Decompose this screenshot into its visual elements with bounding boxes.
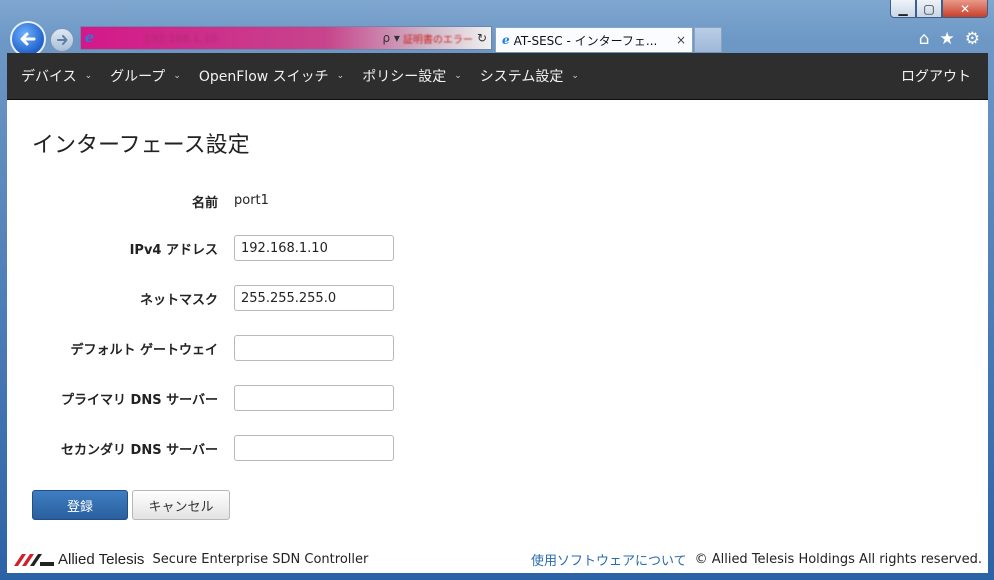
form-row-dns-secondary: セカンダリ DNS サーバー — [7, 435, 407, 461]
nav-item-system[interactable]: システム設定 ⌄ — [466, 66, 579, 86]
browser-window: ▁ ▢ ✕ e 192.168.1.10 ρ ▾ 証明書のエラー ↻ e AT-… — [0, 0, 994, 580]
tab-close-icon[interactable]: × — [676, 33, 686, 47]
tab-active[interactable]: e AT-SESC - インターフェ... × — [495, 27, 693, 52]
forward-button[interactable] — [50, 28, 74, 52]
logo-wordmark: Allied Telesis — [58, 550, 145, 568]
nav-item-label: デバイス — [21, 69, 77, 85]
cancel-button[interactable]: キャンセル — [132, 490, 230, 520]
register-button[interactable]: 登録 — [32, 490, 128, 520]
default-gateway-input[interactable] — [234, 335, 394, 361]
nav-item-devices[interactable]: デバイス ⌄ — [7, 66, 92, 86]
name-value: port1 — [234, 193, 269, 208]
copyright-text: © Allied Telesis Holdings All rights res… — [694, 551, 982, 567]
ie-page-icon: e — [85, 30, 94, 46]
form-row-ipv4: IPv4 アドレス — [7, 235, 407, 261]
ipv4-address-input[interactable] — [234, 235, 394, 261]
address-bar[interactable]: e 192.168.1.10 ρ ▾ 証明書のエラー ↻ — [80, 26, 492, 50]
settings-gear-icon[interactable]: ⚙ — [965, 29, 980, 49]
address-url[interactable]: 192.168.1.10 — [144, 32, 217, 45]
chevron-down-icon: ⌄ — [454, 71, 462, 81]
favorites-icon[interactable]: ★ — [940, 29, 955, 49]
logout-link[interactable]: ログアウト — [901, 66, 971, 86]
nav-item-groups[interactable]: グループ ⌄ — [96, 66, 181, 86]
close-window-button[interactable]: ✕ — [942, 0, 988, 18]
primary-dns-input[interactable] — [234, 385, 394, 411]
nav-item-openflow-switch[interactable]: OpenFlow スイッチ ⌄ — [185, 66, 344, 86]
search-dropdown-icon[interactable]: ρ ▾ — [379, 31, 402, 45]
refresh-icon[interactable]: ↻ — [477, 31, 491, 45]
nav-item-label: OpenFlow スイッチ — [198, 69, 329, 85]
new-tab-button[interactable] — [694, 27, 722, 52]
chevron-down-icon: ⌄ — [84, 71, 93, 81]
home-icon[interactable]: ⌂ — [919, 29, 930, 49]
certificate-error-badge[interactable]: 証明書のエラー — [403, 31, 477, 46]
chevron-down-icon: ⌄ — [173, 71, 181, 81]
dns-primary-label: プライマリ DNS サーバー — [61, 393, 218, 408]
name-label: 名前 — [191, 196, 218, 211]
ipv4-label: IPv4 アドレス — [129, 243, 218, 258]
page-title: インターフェース設定 — [32, 133, 250, 158]
chevron-down-icon: ⌄ — [336, 71, 345, 81]
form-row-name: 名前 port1 — [7, 188, 407, 214]
page-footer: Allied Telesis Secure Enterprise SDN Con… — [7, 547, 988, 571]
form-row-dns-primary: プライマリ DNS サーバー — [7, 385, 407, 411]
dns-secondary-label: セカンダリ DNS サーバー — [61, 443, 218, 458]
page-viewport: デバイス ⌄ グループ ⌄ OpenFlow スイッチ ⌄ ポリシー設定 ⌄ シ… — [7, 53, 988, 573]
nav-item-label: ポリシー設定 — [362, 69, 447, 85]
tab-ie-icon: e — [502, 33, 510, 47]
chevron-down-icon: ⌄ — [571, 71, 579, 81]
forward-arrow-icon — [57, 35, 68, 45]
back-arrow-icon — [20, 32, 36, 46]
browser-tools: ⌂ ★ ⚙ — [919, 29, 980, 49]
nav-item-label: グループ — [110, 69, 166, 85]
minimize-button[interactable]: ▁ — [890, 0, 916, 18]
gateway-label: デフォルト ゲートウェイ — [70, 343, 218, 358]
netmask-label: ネットマスク — [139, 293, 218, 308]
window-controls: ▁ ▢ ✕ — [890, 0, 988, 18]
form-row-netmask: ネットマスク — [7, 285, 407, 311]
form-row-gateway: デフォルト ゲートウェイ — [7, 335, 407, 361]
top-navbar: デバイス ⌄ グループ ⌄ OpenFlow スイッチ ⌄ ポリシー設定 ⌄ シ… — [7, 53, 988, 100]
nav-item-label: システム設定 — [479, 69, 564, 85]
maximize-button[interactable]: ▢ — [916, 0, 942, 18]
secondary-dns-input[interactable] — [234, 435, 394, 461]
product-name: Secure Enterprise SDN Controller — [152, 551, 369, 567]
tab-title: AT-SESC - インターフェ... — [513, 33, 658, 48]
software-info-link[interactable]: 使用ソフトウェアについて — [531, 550, 687, 569]
nav-item-policy[interactable]: ポリシー設定 ⌄ — [348, 66, 462, 86]
allied-telesis-logo: Allied Telesis — [14, 551, 144, 568]
back-button[interactable] — [10, 21, 46, 57]
allied-telesis-logo-icon — [14, 554, 54, 566]
netmask-input[interactable] — [234, 285, 394, 311]
